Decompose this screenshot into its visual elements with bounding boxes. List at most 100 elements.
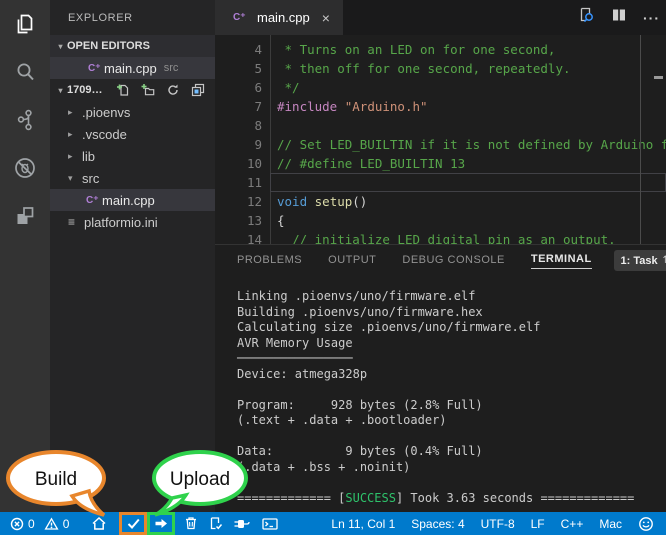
code-line-13[interactable]: 13{ [215,211,666,230]
explorer-icon[interactable] [0,0,50,48]
panel-tabs: PROBLEMS OUTPUT DEBUG CONSOLE TERMINAL 1: T… [215,245,666,277]
tree-item-label: .pioenvs [82,105,130,120]
line-number: 4 [215,40,262,59]
tree-item-.pioenvs[interactable]: ▸.pioenvs [50,101,215,123]
extensions-icon[interactable] [0,192,50,240]
terminal-line: Program: 928 bytes (2.8% Full) [237,398,666,414]
cpp-file-icon: C⁺ [86,195,102,206]
code-line-6[interactable]: 6 */ [215,78,666,97]
status-item-mac[interactable]: Mac [599,517,622,531]
tab-close-icon[interactable]: × [322,10,330,26]
line-number: 10 [215,154,262,173]
tree-item-label: main.cpp [102,193,155,208]
code-line-4[interactable]: 4 * Turns on an LED on for one second, [215,40,666,59]
pio-home-button[interactable] [91,512,107,535]
terminal-line: Calculating size .pioenvs/uno/firmware.e… [237,320,666,336]
panel-tab-output[interactable]: OUTPUT [328,254,376,269]
status-right: Ln 11, Col 1 Spaces: 4 UTF-8 LF C++ Mac [331,512,666,535]
code-line-9[interactable]: 9// Set LED_BUILTIN if it is not defined… [215,135,666,154]
activity-bar [0,0,50,512]
terminal-line [237,475,666,491]
find-in-file-icon[interactable] [577,6,595,29]
task-selector[interactable]: 1: Task ⇅ [614,250,666,271]
tree-item-label: lib [82,149,95,164]
open-editor-main-cpp[interactable]: C⁺ main.cpp src [50,57,215,79]
feedback-smiley-icon[interactable] [638,512,654,535]
line-number: 13 [215,211,262,230]
terminal-line: Building .pioenvs/uno/firmware.hex [237,305,666,321]
code-line-12[interactable]: 12void setup() [215,192,666,211]
tree-item-.vscode[interactable]: ▸.vscode [50,123,215,145]
tab-main-cpp[interactable]: C⁺ main.cpp × [215,0,343,35]
terminal-line: Data: 9 bytes (0.4% Full) [237,444,666,460]
serial-monitor-button[interactable] [234,512,250,535]
line-number: 9 [215,135,262,154]
code-line-10[interactable]: 10 // #define LED_BUILTIN 13 [215,154,666,173]
folder-actions [115,83,215,98]
editor-actions: ··· [577,0,660,35]
new-terminal-button[interactable] [262,512,278,535]
terminal-line: (.data + .bss + .noinit) [237,460,666,476]
status-item-c-[interactable]: C++ [561,517,584,531]
code-line-8[interactable]: 8 [215,116,666,135]
tree-item-platformio.ini[interactable]: ≡platformio.ini [50,211,215,233]
code-line-11[interactable]: 11 [215,173,666,192]
upload-button[interactable] [147,512,175,535]
status-item-ln-11-col-1[interactable]: Ln 11, Col 1 [331,517,395,531]
warning-count: 0 [63,517,70,531]
terminal-line [237,429,666,445]
line-number: 11 [215,173,262,192]
search-icon[interactable] [0,48,50,96]
refresh-icon[interactable] [165,83,180,98]
twistie-icon: ▸ [68,107,82,118]
tree-item-main.cpp[interactable]: C⁺main.cpp [50,189,215,211]
errors-indicator[interactable]: 0 [10,512,35,535]
status-item-spaces-4[interactable]: Spaces: 4 [411,517,464,531]
code-text: // #define LED_BUILTIN 13 [277,154,465,173]
debug-icon[interactable] [0,144,50,192]
collapse-all-icon[interactable] [190,83,205,98]
folder-section-header[interactable]: ▾ 1709… [50,79,215,101]
cpp-file-icon: C⁺ [233,12,249,23]
panel-tab-debug-console[interactable]: DEBUG CONSOLE [402,254,504,269]
error-count: 0 [28,517,35,531]
clean-button[interactable] [184,512,198,535]
status-item-lf[interactable]: LF [531,517,545,531]
code-text: * Turns on an LED on for one second, [277,40,555,59]
source-control-icon[interactable] [0,96,50,144]
warnings-indicator[interactable]: 0 [44,512,70,535]
code-editor[interactable]: 3 *4 * Turns on an LED on for one second… [215,35,666,244]
twistie-icon: ▸ [68,151,82,162]
terminal-output[interactable]: Linking .pioenvs/uno/firmware.elfBuildin… [237,289,666,513]
code-line-5[interactable]: 5 * then off for one second, repeatedly. [215,59,666,78]
tree-item-label: platformio.ini [84,215,158,230]
code-line-14[interactable]: 14 // initialize LED digital pin as an o… [215,230,666,244]
line-number: 8 [215,116,262,135]
twistie-icon: ▾ [68,173,82,184]
open-editors-header[interactable]: ▾ OPEN EDITORS [50,35,215,57]
new-folder-icon[interactable] [140,83,155,98]
terminal-line: (.text + .data + .bootloader) [237,413,666,429]
line-number: 14 [215,230,262,244]
code-text: * then off for one second, repeatedly. [277,59,571,78]
terminal-line [237,382,666,398]
tree-item-src[interactable]: ▾src [50,167,215,189]
new-file-icon[interactable] [115,83,130,98]
panel-tab-problems[interactable]: PROBLEMS [237,254,302,269]
more-actions-icon[interactable]: ··· [643,10,660,26]
sidebar-title: EXPLORER [50,0,215,35]
code-text: #include "Arduino.h" [277,97,428,116]
line-number: 5 [215,59,262,78]
status-item-utf-8[interactable]: UTF-8 [481,517,515,531]
section-twistie-icon: ▾ [54,42,67,51]
code-text: void setup() [277,192,367,211]
status-bar: 0 0 [0,512,666,535]
build-button[interactable] [119,512,147,535]
code-line-7[interactable]: 7#include "Arduino.h" [215,97,666,116]
run-task-button[interactable] [209,512,223,535]
section-twistie-icon: ▾ [54,86,67,95]
ini-file-icon: ≡ [68,215,84,229]
panel-tab-terminal[interactable]: TERMINAL [531,253,592,269]
split-editor-icon[interactable] [610,6,628,29]
tree-item-lib[interactable]: ▸lib [50,145,215,167]
